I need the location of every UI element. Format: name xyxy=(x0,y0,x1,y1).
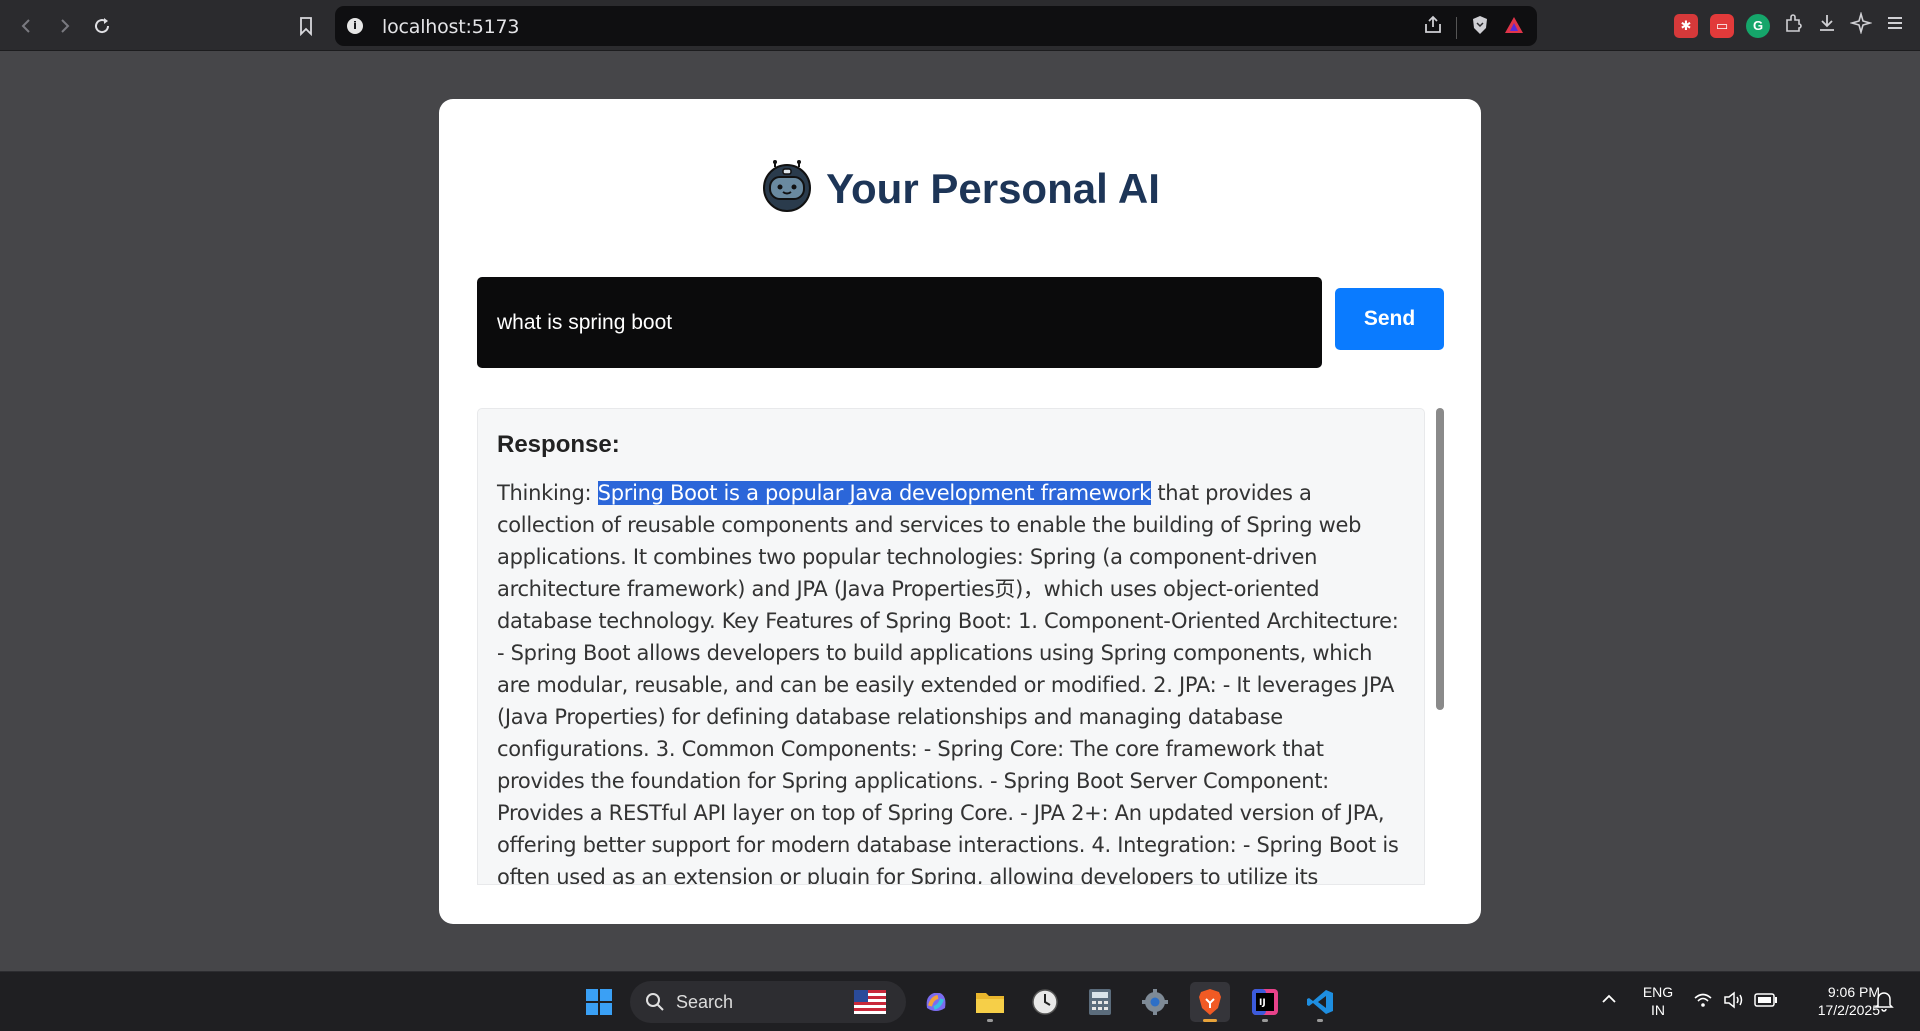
download-icon[interactable] xyxy=(1816,12,1838,39)
calculator-icon[interactable] xyxy=(1080,982,1120,1022)
running-indicator xyxy=(1262,1019,1268,1022)
active-indicator xyxy=(1203,1019,1217,1022)
site-info-icon[interactable]: i xyxy=(347,18,363,34)
region-code: IN xyxy=(1651,1002,1665,1018)
scrollbar-thumb[interactable] xyxy=(1436,408,1444,710)
send-button[interactable]: Send xyxy=(1335,288,1444,350)
response-heading: Response: xyxy=(497,431,620,458)
intellij-icon[interactable]: IJ xyxy=(1245,982,1285,1022)
brave-shield-icon[interactable] xyxy=(1469,14,1491,41)
response-prefix: Thinking: xyxy=(497,481,598,505)
response-highlight: Spring Boot is a popular Java developmen… xyxy=(597,481,1151,505)
wifi-icon[interactable] xyxy=(1693,991,1713,1014)
volume-icon[interactable] xyxy=(1723,991,1745,1014)
svg-text:IJ: IJ xyxy=(1259,998,1266,1008)
prompt-input[interactable] xyxy=(477,277,1322,368)
bookmark-icon[interactable] xyxy=(293,13,319,39)
robot-icon xyxy=(760,159,814,218)
url-text[interactable]: localhost:5173 xyxy=(382,16,519,38)
header: Your Personal AI xyxy=(439,159,1481,218)
page-title: Your Personal AI xyxy=(826,164,1160,212)
file-explorer-icon[interactable] xyxy=(970,982,1010,1022)
taskbar-search[interactable]: Search xyxy=(630,981,906,1023)
time: 9:06 PM xyxy=(1827,984,1880,1000)
date: 17/2/2025 xyxy=(1817,1002,1880,1018)
windows-start-icon[interactable] xyxy=(579,982,619,1022)
taskbar: Search IJ ENG IN 9:06 PM 17/2/2025 xyxy=(0,971,1920,1031)
battery-icon[interactable] xyxy=(1754,993,1778,1012)
divider xyxy=(1456,16,1457,39)
chevron-up-icon[interactable] xyxy=(1600,990,1618,1013)
flag-icon xyxy=(852,987,888,1022)
browser-toolbar: i localhost:5173 ✱ ▭ G xyxy=(0,0,1920,51)
settings-gear-icon[interactable] xyxy=(1135,982,1175,1022)
running-indicator xyxy=(1317,1019,1323,1022)
vscode-icon[interactable] xyxy=(1300,982,1340,1022)
extensions-puzzle-icon[interactable] xyxy=(1782,12,1804,39)
search-icon xyxy=(644,991,666,1018)
notification-bell-icon[interactable] xyxy=(1874,990,1894,1017)
extension-icon-red-badge[interactable]: ▭ xyxy=(1710,13,1734,38)
language-code: ENG xyxy=(1642,984,1674,1000)
response-scrollbar[interactable] xyxy=(1436,408,1444,885)
back-icon[interactable] xyxy=(14,13,40,39)
clock[interactable]: 9:06 PM 17/2/2025 xyxy=(1790,983,1880,1019)
leo-ai-icon[interactable] xyxy=(1849,11,1873,39)
brave-rewards-icon[interactable] xyxy=(1503,14,1525,41)
share-icon[interactable] xyxy=(1422,14,1444,41)
menu-icon[interactable] xyxy=(1884,12,1906,39)
forward-icon[interactable] xyxy=(51,13,77,39)
reload-icon[interactable] xyxy=(89,13,115,39)
address-bar[interactable]: i localhost:5173 xyxy=(335,6,1537,46)
search-label: Search xyxy=(676,992,734,1012)
response-text: Thinking: Spring Boot is a popular Java … xyxy=(497,477,1405,885)
language-indicator[interactable]: ENG IN xyxy=(1640,983,1676,1019)
clock-app-icon[interactable] xyxy=(1025,982,1065,1022)
copilot-icon[interactable] xyxy=(916,982,956,1022)
response-panel[interactable]: Response: Thinking: Spring Boot is a pop… xyxy=(477,408,1425,885)
brave-browser-icon[interactable] xyxy=(1190,982,1230,1022)
grammarly-icon[interactable]: G xyxy=(1746,13,1770,38)
response-body: that provides a collection of reusable c… xyxy=(497,481,1399,885)
chat-card: Your Personal AI Send Response: Thinking… xyxy=(439,99,1481,924)
running-indicator xyxy=(987,1019,993,1022)
extension-icon-red-puzzle[interactable]: ✱ xyxy=(1674,13,1698,38)
